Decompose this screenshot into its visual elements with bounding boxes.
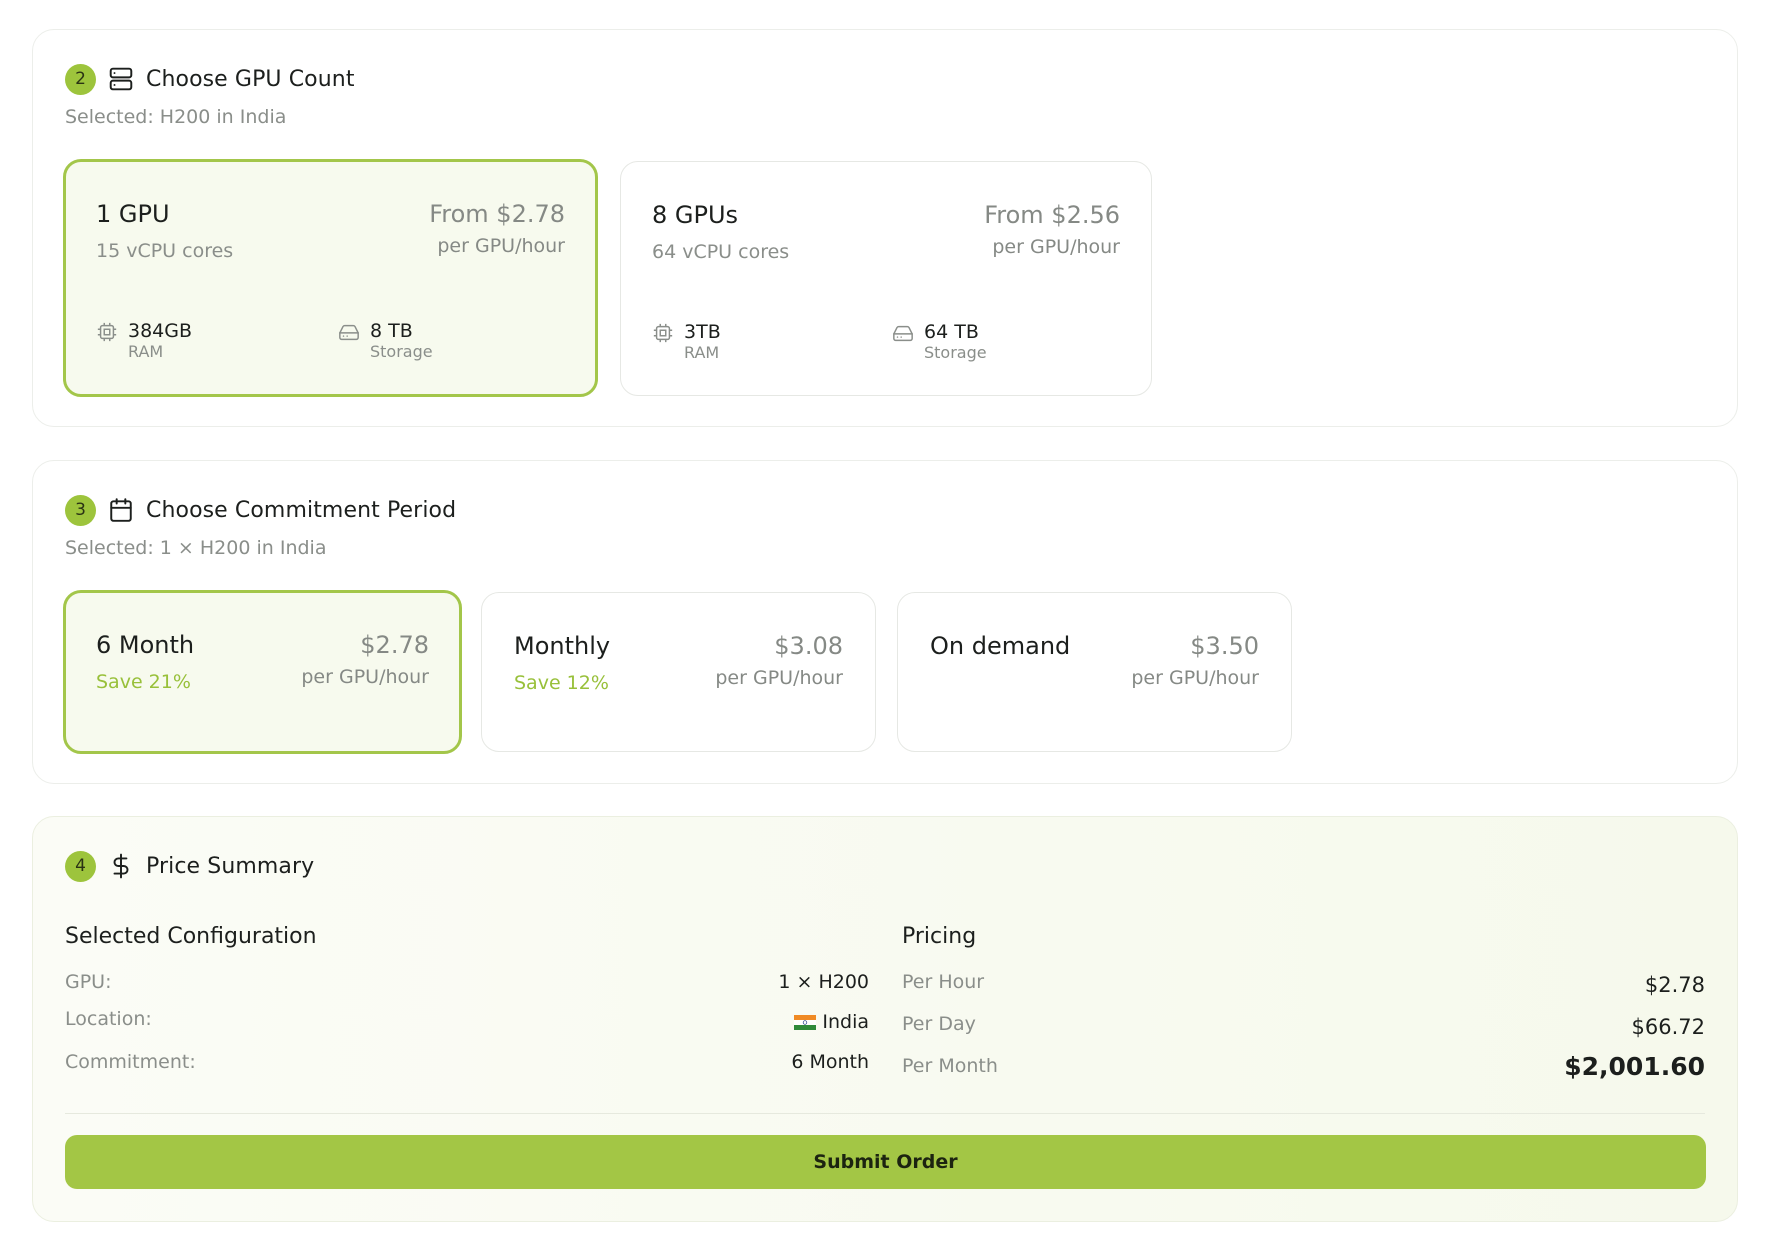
- config-value-commitment: 6 Month: [791, 1051, 869, 1073]
- option-title: 8 GPUs: [652, 201, 739, 229]
- storage-spec: 8 TB Storage: [338, 319, 433, 361]
- commitment-option-on-demand[interactable]: On demand $3.50 per GPU/hour: [897, 592, 1292, 752]
- dollar-icon: [107, 852, 135, 880]
- price-unit: per GPU/hour: [715, 667, 843, 689]
- pricing-heading: Pricing: [902, 924, 977, 949]
- vcpu-cores: 64 vCPU cores: [652, 241, 790, 263]
- ram-value: 384GB: [128, 320, 193, 342]
- chip-icon: [96, 321, 118, 343]
- submit-order-button[interactable]: Submit Order: [65, 1135, 1706, 1189]
- vcpu-cores: 15 vCPU cores: [96, 240, 234, 262]
- config-label-gpu: GPU:: [65, 971, 112, 993]
- commitment-option-monthly[interactable]: Monthly Save 12% $3.08 per GPU/hour: [481, 592, 876, 752]
- option-title: Monthly: [514, 632, 611, 660]
- price-unit: per GPU/hour: [437, 235, 565, 257]
- ram-value: 3TB: [684, 321, 721, 343]
- server-icon: [107, 65, 135, 93]
- pricing-value-day: $66.72: [1631, 1015, 1705, 1039]
- section-title: Price Summary: [146, 853, 315, 879]
- option-price: From $2.56: [984, 201, 1120, 229]
- savings-label: Save 12%: [514, 672, 609, 694]
- storage-value: 64 TB: [924, 321, 979, 343]
- gpu-count-header: 2 Choose GPU Count: [65, 63, 355, 95]
- pricing-value-month: $2,001.60: [1564, 1052, 1705, 1081]
- price-unit: per GPU/hour: [301, 666, 429, 688]
- option-title: 1 GPU: [96, 200, 170, 228]
- selected-configuration-heading: Selected Configuration: [65, 924, 317, 949]
- hard-drive-icon: [338, 321, 360, 343]
- option-price: $3.50: [1190, 632, 1259, 660]
- pricing-label-day: Per Day: [902, 1013, 976, 1035]
- storage-spec: 64 TB Storage: [892, 320, 987, 362]
- section-title: Choose GPU Count: [146, 66, 355, 92]
- step-badge: 3: [65, 494, 96, 526]
- gpu-option-1[interactable]: 1 GPU 15 vCPU cores From $2.78 per GPU/h…: [63, 159, 598, 397]
- price-unit: per GPU/hour: [992, 236, 1120, 258]
- ram-label: RAM: [128, 342, 164, 361]
- pricing-label-hour: Per Hour: [902, 971, 985, 993]
- storage-value: 8 TB: [370, 320, 413, 342]
- config-label-commitment: Commitment:: [65, 1051, 196, 1073]
- pricing-value-hour: $2.78: [1644, 973, 1705, 997]
- india-flag-icon: [794, 1013, 817, 1030]
- section-title: Choose Commitment Period: [146, 497, 457, 523]
- option-price: $2.78: [360, 631, 429, 659]
- gpu-count-section: 2 Choose GPU Count Selected: H200 in Ind…: [32, 29, 1738, 427]
- selected-summary: Selected: 1 × H200 in India: [65, 537, 327, 559]
- commitment-section: 3 Choose Commitment Period Selected: 1 ×…: [32, 460, 1738, 784]
- calendar-icon: [107, 496, 135, 524]
- option-title: 6 Month: [96, 631, 195, 659]
- price-unit: per GPU/hour: [1131, 667, 1259, 689]
- option-price: $3.08: [774, 632, 843, 660]
- price-summary-header: 4 Price Summary: [65, 850, 314, 882]
- storage-label: Storage: [370, 342, 433, 361]
- selected-summary: Selected: H200 in India: [65, 106, 287, 128]
- gpu-option-8[interactable]: 8 GPUs 64 vCPU cores From $2.56 per GPU/…: [620, 161, 1152, 396]
- storage-label: Storage: [924, 343, 987, 362]
- config-label-location: Location:: [65, 1008, 152, 1030]
- hard-drive-icon: [892, 322, 914, 344]
- ram-spec: 384GB RAM: [96, 319, 192, 361]
- location-text: India: [822, 1011, 869, 1033]
- config-value-location: India: [794, 1011, 869, 1033]
- commitment-option-6-month[interactable]: 6 Month Save 21% $2.78 per GPU/hour: [63, 590, 462, 754]
- config-value-gpu: 1 × H200: [778, 971, 869, 993]
- pricing-label-month: Per Month: [902, 1055, 998, 1077]
- chip-icon: [652, 322, 674, 344]
- savings-label: Save 21%: [96, 671, 191, 693]
- ram-label: RAM: [684, 343, 720, 362]
- step-badge: 4: [65, 850, 96, 882]
- ram-spec: 3TB RAM: [652, 320, 721, 362]
- option-title: On demand: [930, 632, 1071, 660]
- option-price: From $2.78: [429, 200, 565, 228]
- step-badge: 2: [65, 63, 96, 95]
- summary-divider: [65, 1113, 1705, 1114]
- price-summary-section: 4 Price Summary Selected Configuration G…: [32, 816, 1738, 1222]
- commitment-header: 3 Choose Commitment Period: [65, 494, 456, 526]
